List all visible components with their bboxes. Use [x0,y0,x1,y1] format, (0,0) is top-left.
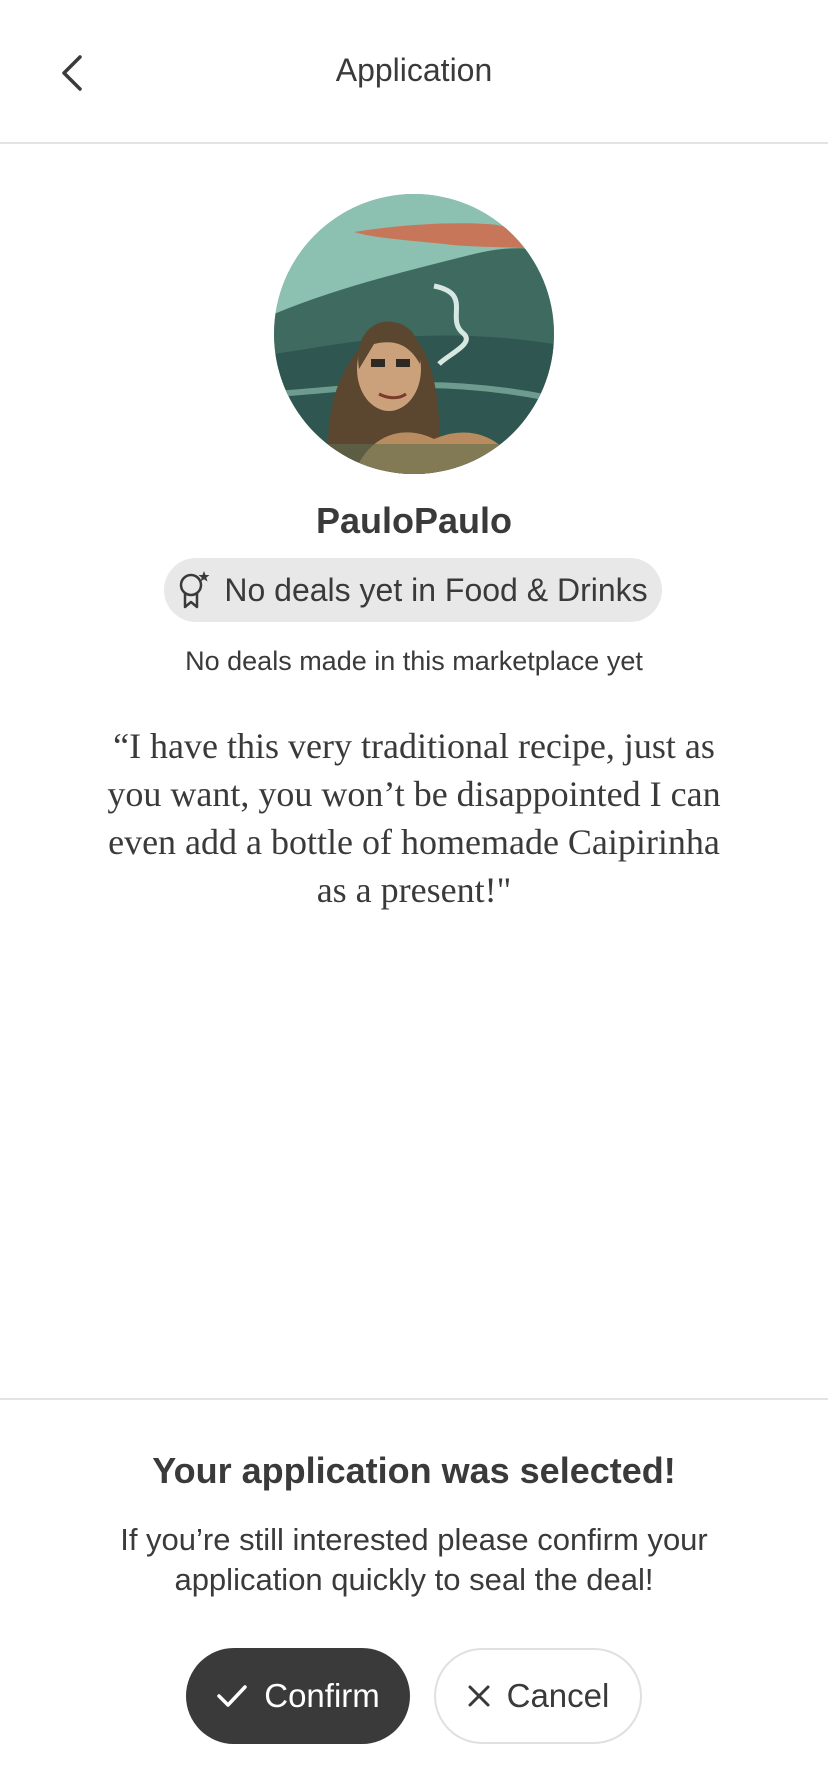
application-quote: “I have this very traditional recipe, ju… [54,722,774,914]
confirm-button[interactable]: Confirm [186,1648,410,1744]
award-ribbon-icon [178,570,212,610]
selection-title: Your application was selected! [152,1450,676,1491]
application-screen: Application PauloPaulo No deals yet in F… [0,0,828,1792]
quote-line: as a present!" [316,870,512,910]
selection-message-line: If you’re still interested please confir… [120,1522,708,1557]
selection-message-line: application quickly to seal the deal! [174,1562,654,1597]
username: PauloPaulo [315,500,513,541]
confirm-button-label: Confirm [264,1677,380,1714]
page-title: Application [335,52,493,88]
deals-badge-label: No deals yet in Food & Drinks [224,571,648,608]
deals-badge: No deals yet in Food & Drinks [164,558,662,622]
header: Application [0,0,828,144]
cancel-button[interactable]: Cancel [434,1648,642,1744]
selection-panel: Your application was selected! If you’re… [0,1398,828,1792]
checkmark-icon [217,1685,247,1707]
quote-line: you want, you won’t be disappointed I ca… [107,774,721,814]
close-icon [468,1685,490,1707]
quote-line: even add a bottle of homemade Caipirinha [108,822,720,862]
deals-note: No deals made in this marketplace yet [185,646,643,676]
avatar[interactable] [274,194,554,474]
quote-line: “I have this very traditional recipe, ju… [113,726,715,766]
cancel-button-label: Cancel [506,1677,610,1714]
selection-message: If you’re still interested please confir… [80,1520,748,1600]
